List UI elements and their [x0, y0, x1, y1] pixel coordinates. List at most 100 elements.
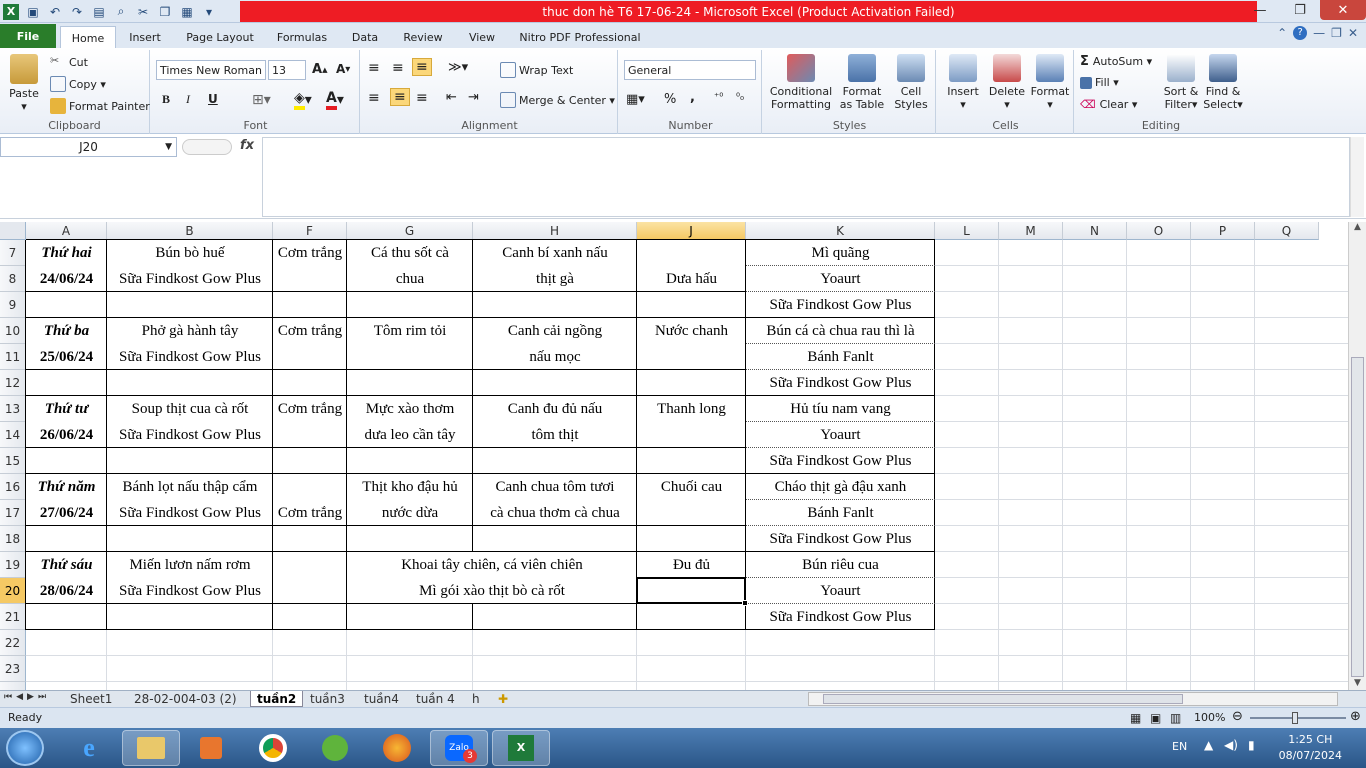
table-cell[interactable]: Canh đu đủ nấu [473, 396, 637, 422]
borders-icon[interactable]: ⊞▾ [252, 92, 271, 108]
grow-font-icon[interactable]: A ▴ [312, 62, 328, 77]
table-cell[interactable]: chua [347, 266, 473, 292]
column-header[interactable]: M [999, 222, 1063, 240]
row-header[interactable]: 19 [0, 552, 26, 578]
sheet-nav-icon[interactable]: ⏮◀▶⏭ [4, 692, 50, 702]
tab-insert[interactable]: Insert [122, 26, 168, 48]
tab-review[interactable]: Review [396, 26, 450, 48]
row-header[interactable]: 13 [0, 396, 26, 422]
formula-scrollbar[interactable] [1350, 137, 1364, 217]
orientation-icon[interactable]: ≫▾ [448, 60, 468, 75]
print-preview-icon[interactable]: ⌕ [110, 2, 132, 22]
table-cell[interactable]: Thịt kho đậu hủ [347, 474, 473, 500]
sheet-tab[interactable]: tuần3 [304, 691, 351, 707]
find-select-button[interactable]: Find & Select▾ [1202, 54, 1244, 111]
help-icon[interactable]: ? [1293, 26, 1308, 40]
active-cell-selection[interactable] [636, 577, 746, 604]
media-player-icon[interactable] [182, 730, 240, 766]
row-header[interactable]: 9 [0, 292, 26, 318]
table-cell[interactable]: Dưa hấu [637, 266, 746, 292]
align-left-icon[interactable]: ≡ [368, 90, 380, 106]
percent-button[interactable]: % [664, 92, 676, 107]
sheet-tab[interactable]: tuần4 [358, 691, 405, 707]
scroll-up-icon[interactable]: ▲ [1349, 222, 1366, 232]
fill-handle[interactable] [742, 600, 748, 606]
table-cell[interactable]: Nước chanh [637, 318, 746, 344]
fx-icon[interactable]: fx [240, 138, 254, 153]
table-cell[interactable]: Sữa Findkost Gow Plus [746, 526, 935, 552]
column-header[interactable]: B [107, 222, 273, 240]
align-top-icon[interactable]: ≡ [368, 60, 380, 76]
table-cell[interactable]: Soup thịt cua cà rốt [107, 396, 273, 422]
row-header[interactable]: 8 [0, 266, 26, 292]
row-header[interactable]: 18 [0, 526, 26, 552]
column-header[interactable]: G [347, 222, 473, 240]
start-button[interactable] [6, 730, 44, 766]
wb-minimize-icon[interactable]: — [1313, 26, 1325, 40]
fill-color-icon[interactable]: ◈ ▾ [294, 90, 312, 110]
increase-decimal-icon[interactable]: ⁺⁰ [714, 92, 723, 103]
sheet-tab[interactable]: tuần 4 [410, 691, 461, 707]
horizontal-scrollbar[interactable] [808, 692, 1338, 706]
column-header[interactable]: F [273, 222, 347, 240]
table-cell[interactable]: Sữa Findkost Gow Plus [107, 266, 273, 292]
tab-page-layout[interactable]: Page Layout [180, 26, 260, 48]
table-cell[interactable]: Canh bí xanh nấu [473, 240, 637, 266]
paste-icon[interactable]: ▦ [176, 2, 198, 22]
delete-button[interactable]: Delete ▾ [986, 54, 1028, 111]
copy-icon[interactable]: ❐ [154, 2, 176, 22]
table-cell[interactable]: nấu mọc [473, 344, 637, 370]
table-cell[interactable]: Canh chua tôm tươi [473, 474, 637, 500]
font-color-icon[interactable]: A ▾ [326, 90, 344, 110]
sheet-tab[interactable]: Sheet1 [64, 691, 118, 707]
table-cell[interactable]: Khoai tây chiên, cá viên chiên [347, 552, 637, 578]
decrease-indent-icon[interactable]: ⇤ [446, 90, 457, 105]
tab-data[interactable]: Data [346, 26, 384, 48]
table-cell[interactable]: Hủ tíu nam vang [746, 396, 935, 422]
table-cell[interactable]: Mì quãng [746, 240, 935, 266]
view-normal-icon[interactable]: ▦ [1130, 711, 1141, 725]
font-name-select[interactable]: Times New Roman [156, 60, 266, 80]
customize-qat-icon[interactable]: ▾ [198, 2, 220, 22]
zoom-slider-thumb[interactable] [1292, 712, 1298, 724]
conditional-formatting-button[interactable]: Conditional Formatting [766, 54, 836, 111]
coccoc-icon[interactable] [306, 730, 364, 766]
column-header[interactable]: L [935, 222, 999, 240]
formula-input[interactable] [262, 137, 1350, 217]
vertical-scrollbar[interactable]: ▲ ▼ [1348, 222, 1366, 690]
table-cell[interactable]: Cơm trắng [273, 318, 347, 344]
open-icon[interactable]: ▤ [88, 2, 110, 22]
tab-file[interactable]: File [0, 24, 56, 48]
table-cell[interactable]: Bún riêu cua [746, 552, 935, 578]
cell-styles-button[interactable]: Cell Styles [890, 54, 932, 111]
redo-icon[interactable]: ↷ [66, 2, 88, 22]
table-cell[interactable]: Tôm rim tỏi [347, 318, 473, 344]
day-label[interactable]: Thứ hai [26, 240, 107, 266]
vertical-scroll-thumb[interactable] [1351, 357, 1364, 677]
table-cell[interactable]: Mì gói xào thịt bò cà rốt [347, 578, 637, 604]
table-cell[interactable]: Sữa Findkost Gow Plus [107, 578, 273, 604]
column-header[interactable]: A [26, 222, 107, 240]
tab-home[interactable]: Home [60, 26, 116, 49]
table-cell[interactable]: cà chua thơm cà chua [473, 500, 637, 526]
row-header[interactable]: 12 [0, 370, 26, 396]
table-cell[interactable]: Cơm trắng [273, 396, 347, 422]
volume-icon[interactable]: ◀) [1224, 738, 1238, 752]
table-cell[interactable]: Cơm trắng [273, 500, 347, 526]
row-header[interactable]: 7 [0, 240, 26, 266]
row-header[interactable]: 23 [0, 656, 26, 682]
zoom-level[interactable]: 100% [1194, 711, 1225, 724]
clock[interactable]: 1:25 CH 08/07/2024 [1279, 732, 1342, 764]
table-cell[interactable]: Bún cá cà chua rau thì là [746, 318, 935, 344]
tray-expand-icon[interactable]: ▲ [1204, 738, 1213, 752]
table-cell[interactable]: tôm thịt [473, 422, 637, 448]
name-box-dropdown-icon[interactable]: ▼ [165, 142, 172, 152]
fill-button[interactable]: Fill ▾ [1080, 76, 1119, 89]
table-cell[interactable]: Miến lươn nấm rơm [107, 552, 273, 578]
row-header[interactable]: 10 [0, 318, 26, 344]
scroll-down-icon[interactable]: ▼ [1349, 678, 1366, 688]
table-cell[interactable]: Sữa Findkost Gow Plus [746, 604, 935, 630]
wrap-text-button[interactable]: Wrap Text [500, 62, 573, 78]
date-label[interactable]: 25/06/24 [26, 344, 107, 370]
table-cell[interactable]: Sữa Findkost Gow Plus [107, 422, 273, 448]
